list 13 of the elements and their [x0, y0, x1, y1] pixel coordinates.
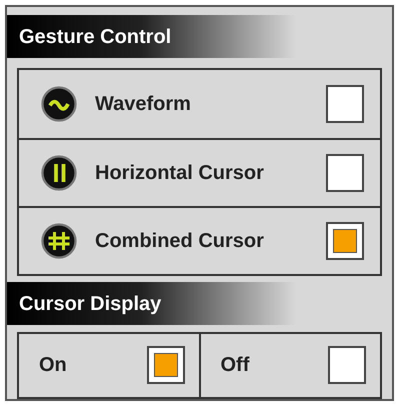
option-label: Off [220, 353, 250, 378]
checkbox[interactable] [328, 346, 366, 384]
wave-icon [41, 86, 77, 122]
option-label: Horizontal Cursor [95, 161, 265, 186]
checkbox[interactable] [326, 85, 364, 124]
grid-icon [41, 223, 77, 260]
option-label: Combined Cursor [95, 229, 265, 254]
option-label: Waveform [95, 92, 192, 118]
checkbox[interactable] [326, 222, 364, 260]
checkbox[interactable] [326, 154, 364, 192]
option-label: On [39, 353, 68, 378]
checkbox[interactable] [146, 346, 184, 384]
parallel-lines-icon [41, 155, 77, 192]
